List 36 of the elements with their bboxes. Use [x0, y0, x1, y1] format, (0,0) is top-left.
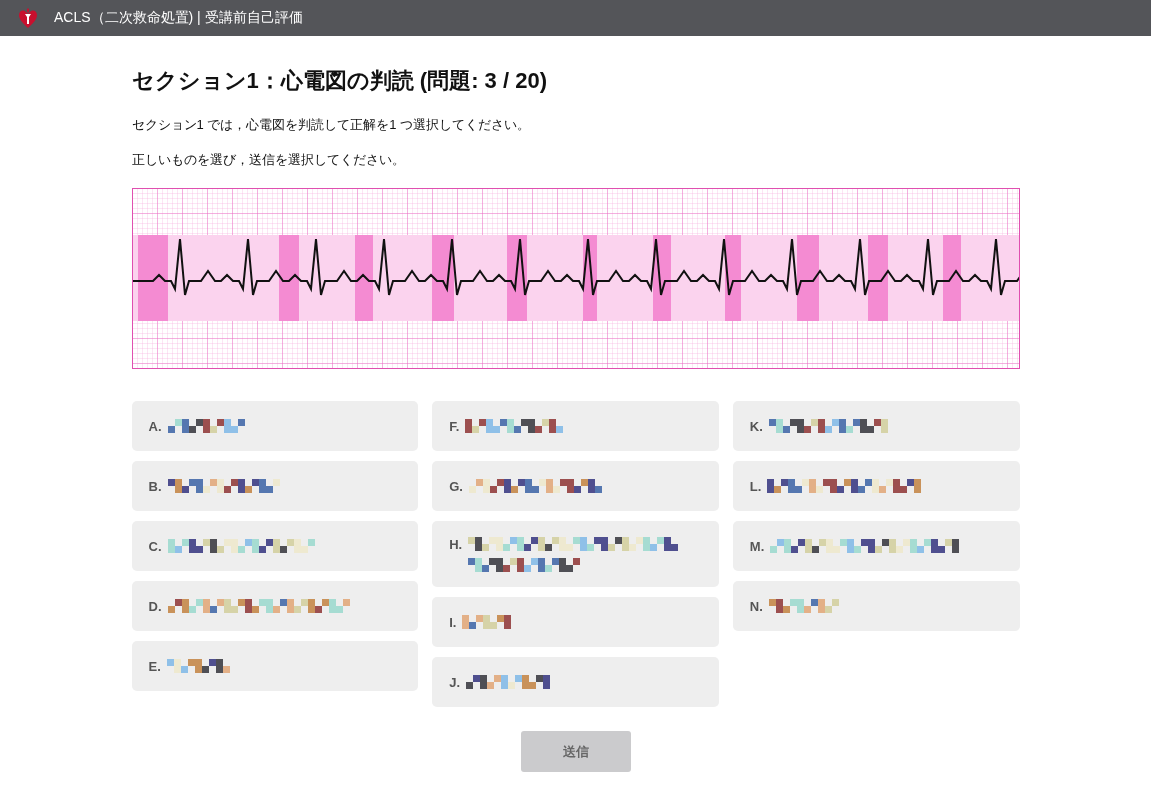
option-letter: B.	[148, 478, 162, 494]
option-letter: G.	[449, 478, 463, 494]
option-letter: K.	[749, 418, 763, 434]
redacted-text-drawing	[462, 615, 512, 629]
option-letter: E.	[148, 658, 161, 674]
answer-option[interactable]: N.	[732, 581, 1020, 631]
option-letter: M.	[749, 538, 765, 554]
question-heading: セクション1：心電図の判読 (問題: 3 / 20)	[131, 67, 548, 95]
answer-option[interactable]: F.	[432, 401, 719, 451]
answer-option[interactable]: K.	[732, 401, 1020, 451]
option-letter: N.	[749, 598, 763, 614]
option-letter: I.	[449, 614, 457, 630]
answer-option[interactable]: H.	[432, 521, 719, 587]
answer-option[interactable]: B.	[131, 461, 419, 511]
answer-option[interactable]: E.	[131, 641, 419, 691]
option-letter: D.	[148, 598, 162, 614]
option-letter: A.	[148, 418, 162, 434]
answer-option[interactable]: A.	[131, 401, 419, 451]
instruction-text: 正しいものを選び，送信を選択してください。	[131, 151, 406, 168]
option-letter: H.	[449, 537, 463, 552]
answer-option[interactable]: L.	[732, 461, 1020, 511]
option-letter: F.	[449, 418, 460, 434]
answer-option[interactable]: C.	[131, 521, 419, 571]
answer-option[interactable]: D.	[131, 581, 419, 631]
instruction-text: セクション1 では，心電図を判読して正解を1 つ選択してください。	[131, 116, 532, 133]
option-letter: C.	[148, 538, 162, 554]
redacted-text-drawing	[768, 599, 839, 613]
answer-option[interactable]: I.	[432, 597, 719, 647]
option-letter: J.	[449, 674, 460, 690]
app-title: ACLS（二次救命処置) | 受講前自己評価	[54, 9, 303, 27]
redacted-text-drawing	[166, 659, 230, 673]
heart-torch-icon	[18, 7, 38, 29]
answer-option[interactable]: J.	[432, 657, 719, 707]
option-letter: L.	[749, 478, 762, 494]
answer-option[interactable]: M.	[732, 521, 1020, 571]
answer-option[interactable]: G.	[432, 461, 719, 511]
